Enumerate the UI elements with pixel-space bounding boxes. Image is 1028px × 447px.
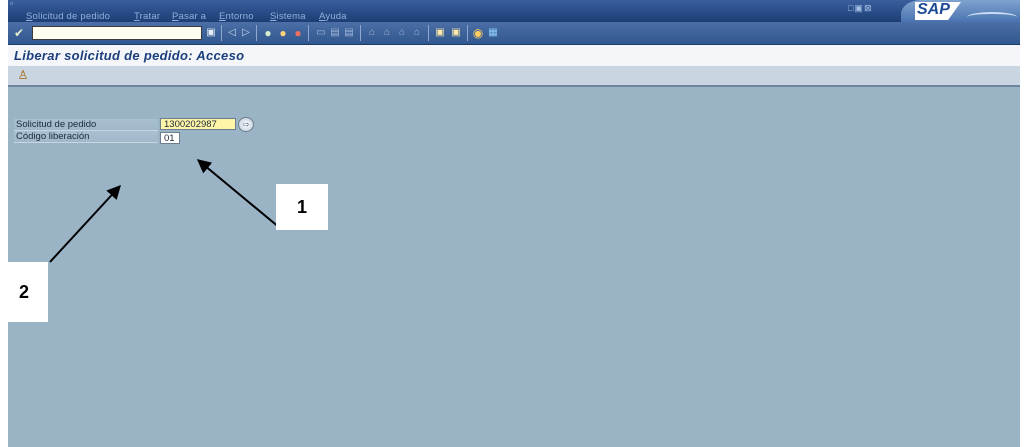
annotation-arrows — [49, 159, 281, 263]
arrow-1 — [196, 159, 281, 229]
arrow-2 — [49, 184, 121, 263]
callout-1: 1 — [276, 184, 328, 230]
callout-2: 2 — [0, 262, 48, 322]
